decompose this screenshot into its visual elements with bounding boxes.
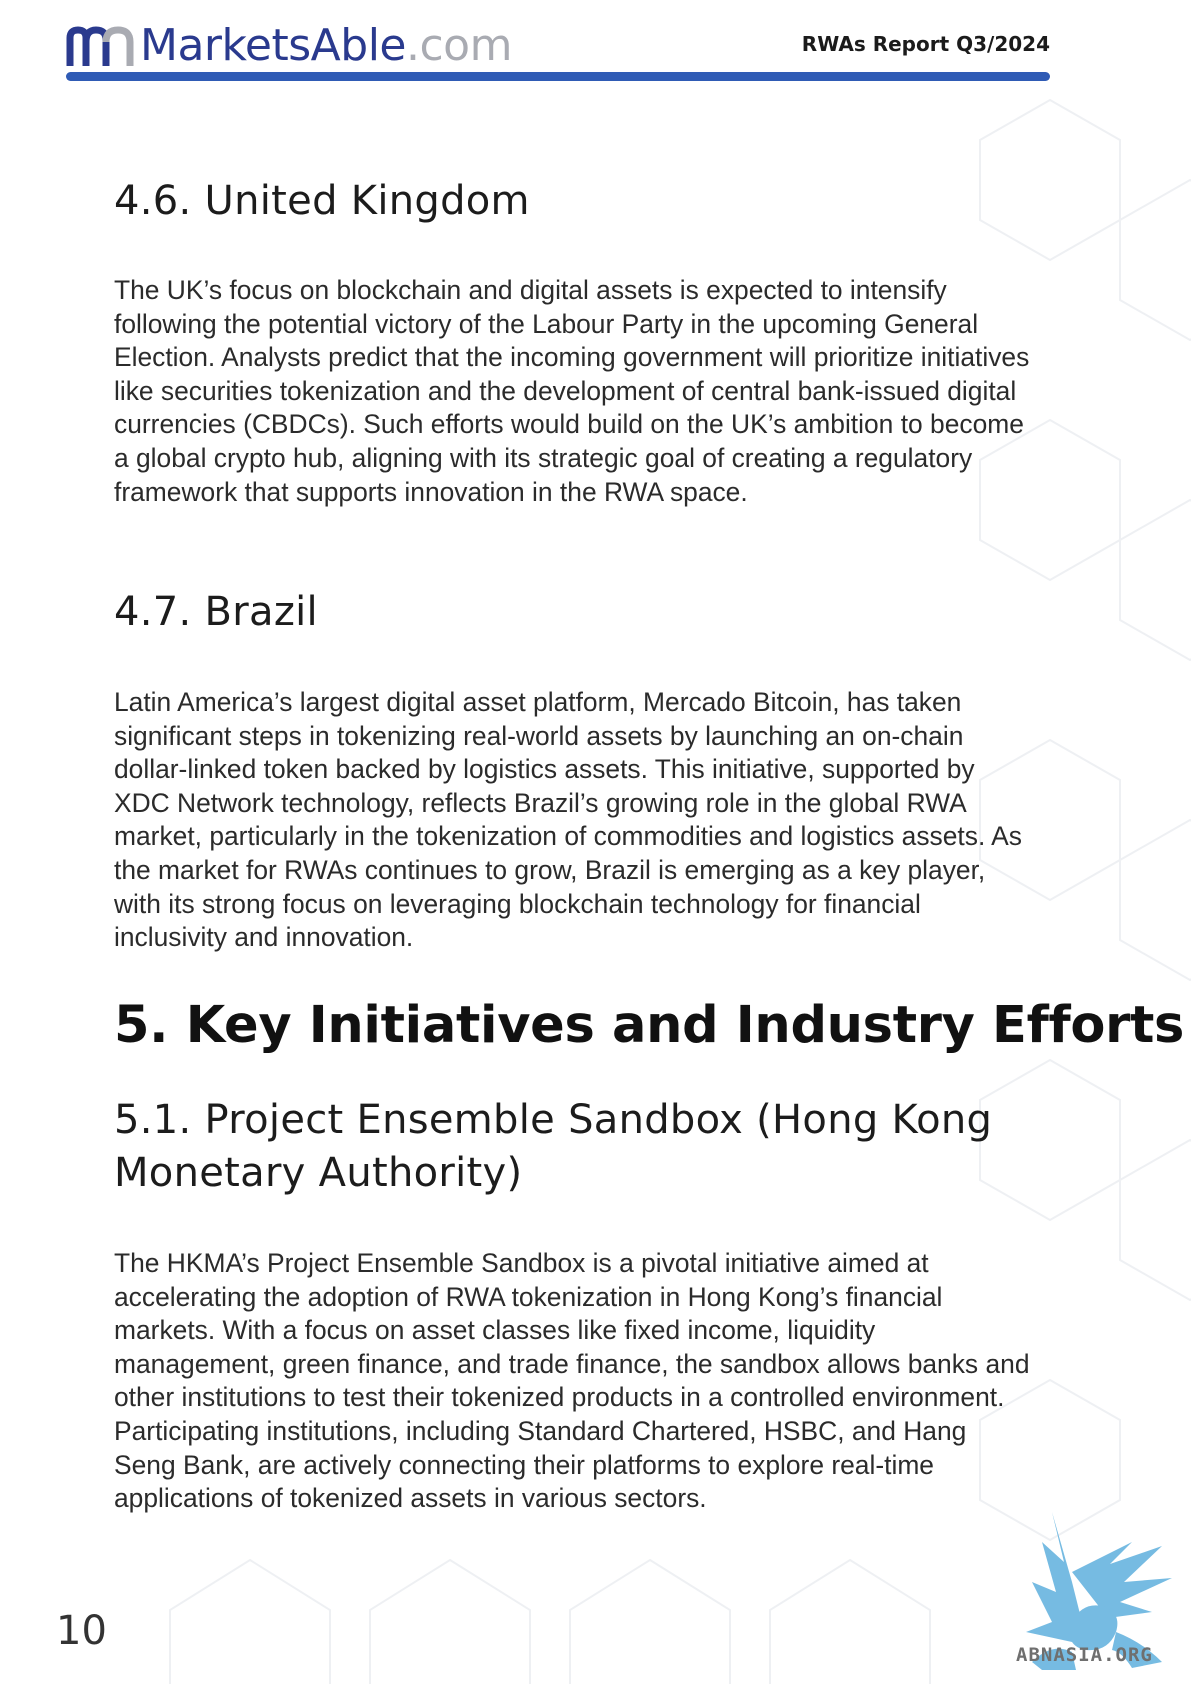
section-body-brazil: Latin America’s largest digital asset pl… (114, 687, 1022, 953)
section-heading-ensemble-line2: Monetary Authority) (114, 1150, 523, 1196)
logo-wordmark: MarketsAble (140, 20, 407, 71)
chapter-heading-key-initiatives: 5. Key Initiatives and Industry Efforts (114, 996, 1185, 1055)
marketsable-logo: MarketsAble .com (66, 18, 512, 74)
watermark-site-label: ABNASIA.ORG (1016, 1644, 1153, 1666)
report-header: MarketsAble .com RWAs Report Q3/2024 (66, 14, 1050, 84)
section-body-united-kingdom: The UK’s focus on blockchain and digital… (114, 275, 1030, 507)
logo-domain-suffix: .com (406, 20, 512, 71)
report-title: RWAs Report Q3/2024 (801, 32, 1050, 56)
header-divider (66, 72, 1050, 81)
section-heading-ensemble-line1: 5.1. Project Ensemble Sandbox (Hong Kong (114, 1097, 993, 1143)
section-heading-united-kingdom: 4.6. United Kingdom (114, 178, 530, 224)
marketsable-m-logo-icon (66, 26, 134, 66)
section-heading-brazil: 4.7. Brazil (114, 589, 318, 635)
page-number: 10 (56, 1608, 107, 1654)
section-body-ensemble: The HKMA’s Project Ensemble Sandbox is a… (114, 1248, 1030, 1514)
